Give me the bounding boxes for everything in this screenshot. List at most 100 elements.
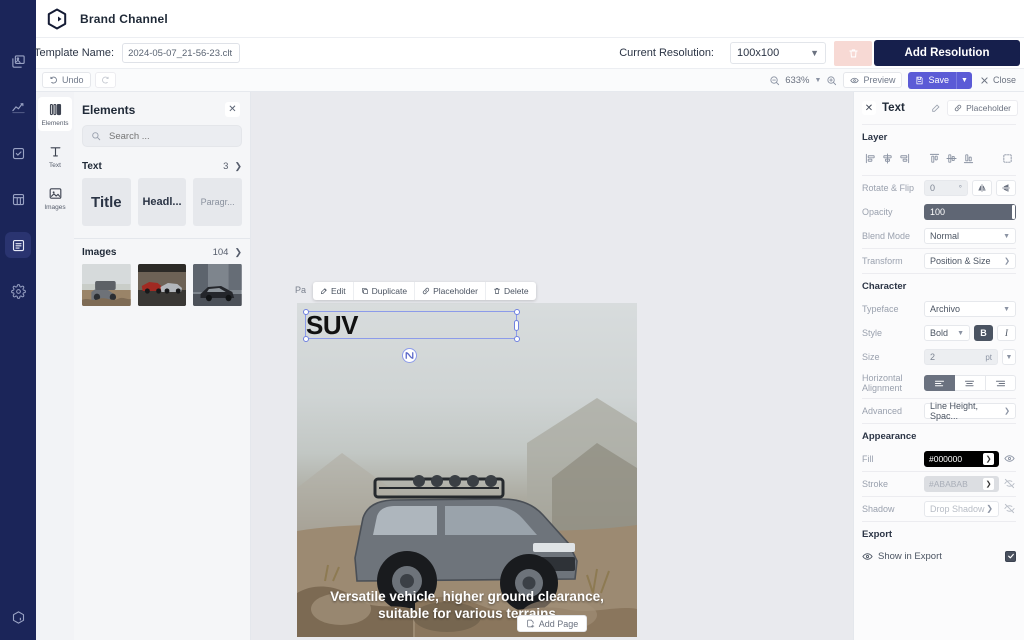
advanced-label: Advanced: [862, 406, 918, 416]
text-tile-title[interactable]: Title: [82, 178, 131, 226]
flip-horizontal-icon[interactable]: [972, 180, 992, 196]
table-icon[interactable]: [5, 186, 31, 212]
fit-selection-icon[interactable]: [999, 150, 1016, 167]
typeface-row: Typeface Archivo ▼: [854, 297, 1024, 321]
section-text-expand-icon[interactable]: ❯: [234, 161, 242, 172]
transform-button[interactable]: Position & Size ❯: [924, 253, 1016, 269]
artboard[interactable]: Versatile vehicle, higher ground clearan…: [297, 303, 637, 637]
save-button[interactable]: Save: [908, 72, 956, 89]
align-right-icon[interactable]: [896, 150, 913, 167]
resize-handle-middle-right[interactable]: [514, 320, 519, 331]
eye-icon: [862, 551, 873, 562]
panel-tab-text[interactable]: Text: [38, 139, 72, 173]
bold-button[interactable]: B: [974, 325, 993, 341]
align-left-icon[interactable]: [862, 150, 879, 167]
align-text-left-icon[interactable]: [924, 375, 955, 391]
page-label: Pa: [295, 285, 306, 295]
context-delete-button[interactable]: Delete: [486, 282, 536, 300]
typeface-select[interactable]: Archivo ▼: [924, 301, 1016, 317]
properties-close-icon[interactable]: ✕: [862, 101, 876, 115]
analytics-icon[interactable]: [5, 94, 31, 120]
close-button[interactable]: Close: [978, 75, 1018, 85]
preview-button[interactable]: Preview: [843, 72, 902, 88]
tasks-icon[interactable]: [5, 140, 31, 166]
section-text-count: 3: [223, 161, 228, 172]
panel-close-icon[interactable]: ✕: [225, 102, 240, 117]
size-input[interactable]: 2 pt: [924, 349, 998, 365]
canvas-area[interactable]: Pa Edit Duplicate Placeholder: [251, 92, 853, 640]
align-center-horizontal-icon[interactable]: [879, 150, 896, 167]
fill-color-swatch[interactable]: #000000 ❯: [924, 451, 999, 467]
add-resolution-button[interactable]: Add Resolution: [874, 40, 1020, 66]
align-text-center-icon[interactable]: [955, 375, 985, 391]
size-dropdown-icon[interactable]: ▼: [1002, 349, 1016, 365]
fill-visibility-eye-icon[interactable]: [1003, 453, 1016, 464]
shadow-visibility-eye-off-icon[interactable]: [1003, 503, 1016, 514]
text-tile-paragraph[interactable]: Paragr...: [193, 178, 242, 226]
pencil-icon[interactable]: [931, 103, 941, 113]
resize-handle-top-right[interactable]: [514, 309, 520, 315]
template-bar: Template Name: Current Resolution: 100x1…: [36, 38, 1024, 68]
blend-mode-select[interactable]: Normal ▼: [924, 228, 1016, 244]
zoom-out-icon[interactable]: [769, 75, 780, 86]
document-icon[interactable]: [5, 232, 31, 258]
stroke-color-swatch[interactable]: #ABABAB ❯: [924, 476, 999, 492]
chevron-right-icon: ❯: [983, 478, 994, 490]
image-thumb-sedan-city[interactable]: [193, 264, 242, 306]
chevron-down-icon: ▼: [957, 330, 964, 337]
section-images-expand-icon[interactable]: ❯: [234, 247, 242, 258]
resize-handle-bottom-left[interactable]: [303, 336, 309, 342]
redo-button[interactable]: [95, 72, 116, 88]
align-top-icon[interactable]: [926, 150, 943, 167]
style-select[interactable]: Bold ▼: [924, 325, 970, 341]
search-box[interactable]: [82, 125, 242, 147]
horizontal-alignment-row: Horizontal Alignment: [854, 369, 1024, 398]
italic-button[interactable]: I: [997, 325, 1016, 341]
context-placeholder-button[interactable]: Placeholder: [415, 282, 486, 300]
advanced-button[interactable]: Line Height, Spac... ❯: [924, 403, 1016, 419]
context-duplicate-button[interactable]: Duplicate: [354, 282, 415, 300]
image-thumb-sports-cars[interactable]: [138, 264, 187, 306]
undo-button[interactable]: Undo: [42, 72, 91, 88]
image-thumb-suv-rocks[interactable]: [82, 264, 131, 306]
style-row: Style Bold ▼ B I: [854, 321, 1024, 345]
resize-handle-top-left[interactable]: [303, 309, 309, 315]
align-bottom-icon[interactable]: [960, 150, 977, 167]
save-dropdown-button[interactable]: ▼: [956, 72, 972, 89]
align-text-right-icon[interactable]: [986, 375, 1016, 391]
align-middle-vertical-icon[interactable]: [943, 150, 960, 167]
placeholder-button[interactable]: Placeholder: [947, 100, 1018, 116]
context-edit-button[interactable]: Edit: [313, 282, 354, 300]
cube-icon[interactable]: [5, 604, 31, 630]
chevron-down-icon: ▼: [1003, 306, 1010, 313]
template-name-input[interactable]: [122, 43, 240, 63]
typeface-label: Typeface: [862, 304, 918, 314]
show-in-export-checkbox[interactable]: [1005, 551, 1016, 562]
rotate-input[interactable]: 0 °: [924, 180, 968, 196]
settings-icon[interactable]: [5, 278, 31, 304]
resolution-select[interactable]: 100x100 ▼: [730, 42, 826, 64]
section-text-title: Text: [82, 161, 102, 172]
panel-tab-images[interactable]: Images: [38, 181, 72, 215]
panel-title: Elements: [82, 103, 135, 117]
gallery-icon[interactable]: [5, 48, 31, 74]
shadow-button[interactable]: Drop Shadow ❯: [924, 501, 999, 517]
search-input[interactable]: [107, 130, 233, 143]
text-tile-headline[interactable]: Headl...: [138, 178, 187, 226]
zoom-in-icon[interactable]: [826, 75, 837, 86]
opacity-slider[interactable]: 100: [924, 204, 1016, 220]
add-page-button[interactable]: Add Page: [517, 615, 588, 632]
delete-resolution-button[interactable]: [834, 41, 872, 66]
zoom-dropdown-icon[interactable]: ▼: [815, 77, 822, 84]
stroke-visibility-eye-off-icon[interactable]: [1003, 478, 1016, 489]
rotate-handle-icon[interactable]: [402, 348, 417, 363]
panel-tab-elements[interactable]: Elements: [38, 97, 72, 131]
resize-handle-bottom-right[interactable]: [514, 336, 520, 342]
section-images-title: Images: [82, 247, 116, 258]
panel-content: Elements ✕ Text 3: [74, 92, 250, 640]
add-page-label: Add Page: [539, 619, 579, 629]
transform-row: Transform Position & Size ❯: [854, 249, 1024, 273]
opacity-slider-knob[interactable]: [1012, 205, 1015, 219]
flip-vertical-icon[interactable]: [996, 180, 1016, 196]
chevron-right-icon: ❯: [986, 504, 993, 513]
